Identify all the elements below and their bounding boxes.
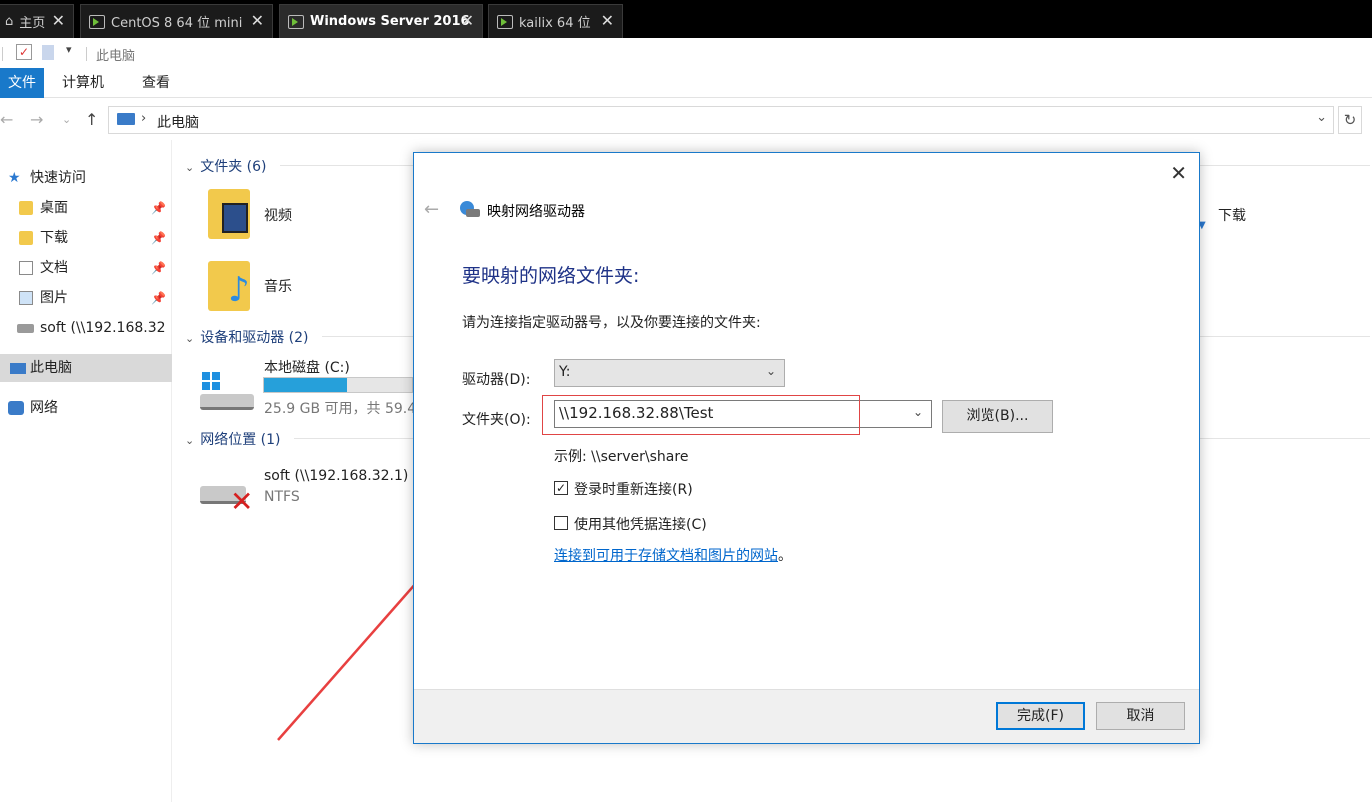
dialog-heading: 要映射的网络文件夹: bbox=[462, 265, 640, 287]
reconnect-checkbox[interactable]: ✓ bbox=[554, 481, 568, 495]
finish-button[interactable]: 完成(F) bbox=[996, 702, 1085, 730]
back-arrow-icon[interactable]: ← bbox=[424, 199, 439, 220]
dialog-footer: 完成(F) 取消 bbox=[414, 689, 1199, 743]
website-storage-link[interactable]: 连接到可用于存储文档和图片的网站。 bbox=[554, 545, 792, 565]
drive-letter-value: Y: bbox=[559, 364, 571, 380]
chevron-down-icon: ⌄ bbox=[765, 364, 776, 378]
dialog-title: 映射网络驱动器 bbox=[487, 204, 585, 220]
map-network-drive-dialog: ✕ ← 映射网络驱动器 要映射的网络文件夹: 请为连接指定驱动器号，以及你要连接… bbox=[413, 152, 1200, 744]
close-icon[interactable]: ✕ bbox=[1170, 161, 1187, 185]
browse-button[interactable]: 浏览(B)... bbox=[942, 400, 1053, 433]
example-text: 示例: \\server\share bbox=[554, 449, 689, 465]
drive-letter-label: 驱动器(D): bbox=[462, 372, 531, 388]
reconnect-label[interactable]: 登录时重新连接(R) bbox=[574, 479, 693, 499]
drive-letter-select[interactable]: Y: ⌄ bbox=[554, 359, 785, 387]
link-suffix: 。 bbox=[778, 548, 792, 564]
folder-label: 文件夹(O): bbox=[462, 412, 531, 428]
chevron-down-icon[interactable]: ⌄ bbox=[913, 405, 923, 419]
folder-path-value: \\192.168.32.88\Test bbox=[559, 404, 714, 422]
other-credentials-checkbox[interactable] bbox=[554, 516, 568, 530]
dialog-description: 请为连接指定驱动器号，以及你要连接的文件夹: bbox=[462, 315, 761, 331]
folder-path-combobox[interactable]: \\192.168.32.88\Test ⌄ bbox=[554, 400, 932, 428]
network-drive-icon bbox=[460, 201, 480, 219]
cancel-button[interactable]: 取消 bbox=[1096, 702, 1185, 730]
other-credentials-label[interactable]: 使用其他凭据连接(C) bbox=[574, 514, 707, 534]
link-text[interactable]: 连接到可用于存储文档和图片的网站 bbox=[554, 548, 778, 564]
